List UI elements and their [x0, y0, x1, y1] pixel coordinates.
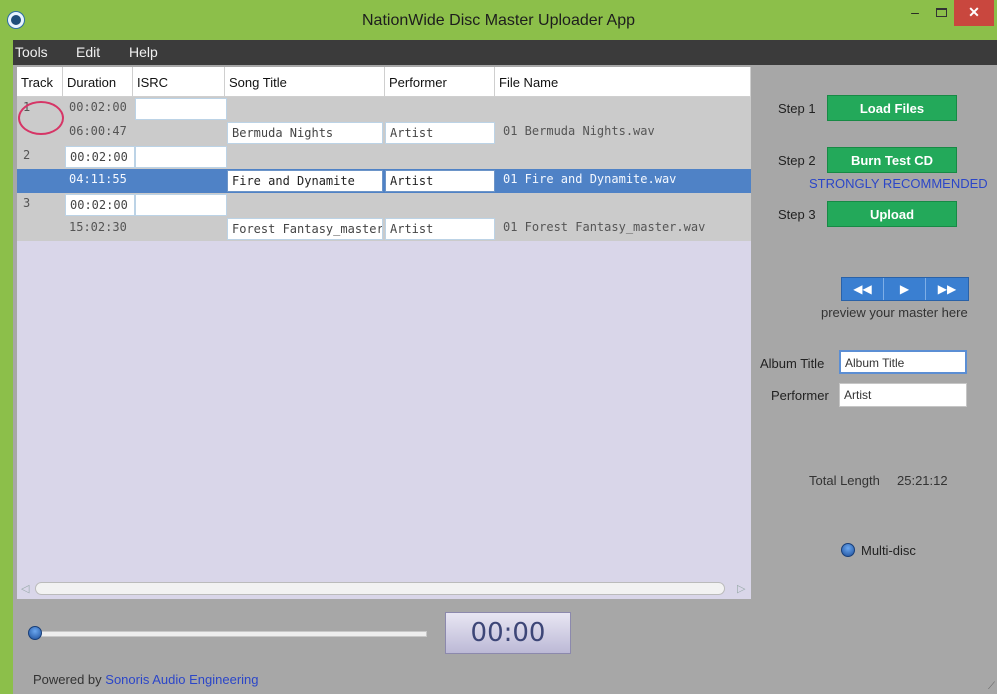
seek-handle[interactable] [28, 626, 42, 640]
time-display: 00:00 [445, 612, 571, 654]
resize-grip-icon[interactable]: ⟋ [988, 681, 995, 692]
multi-disc-radio[interactable] [841, 543, 855, 557]
column-header-duration[interactable]: Duration [63, 67, 133, 97]
minimize-button[interactable]: – [902, 0, 928, 26]
table-row[interactable]: 2 00:02:00 [17, 145, 751, 169]
step-1-label: Step 1 [778, 101, 816, 116]
column-header-file-name[interactable]: File Name [495, 67, 751, 97]
performer-field[interactable]: Artist [385, 218, 495, 240]
menu-tools[interactable]: Tools [15, 44, 48, 60]
play-icon[interactable]: ▶ [884, 278, 926, 300]
performer-field[interactable]: Artist [385, 170, 495, 192]
duration-field[interactable]: 00:02:00 [65, 194, 135, 216]
sonoris-link[interactable]: Sonoris Audio Engineering [105, 672, 258, 687]
table-row-selected[interactable]: 04:11:55 Fire and Dynamite Artist 01 Fir… [17, 169, 751, 193]
load-files-button[interactable]: Load Files [827, 95, 957, 121]
song-title-field[interactable]: Bermuda Nights [227, 122, 383, 144]
window-title: NationWide Disc Master Uploader App [361, 12, 635, 29]
song-title-field[interactable]: Fire and Dynamite [227, 170, 383, 192]
column-header-track[interactable]: Track [17, 67, 63, 97]
step-2-label: Step 2 [778, 153, 816, 168]
file-name-cell: 01 Forest Fantasy_master.wav [503, 220, 706, 234]
scroll-left-icon[interactable]: ◁ [21, 582, 29, 595]
track-number: 3 [23, 196, 31, 210]
isrc-field[interactable] [135, 146, 227, 168]
isrc-field[interactable] [135, 194, 227, 216]
burn-test-cd-button[interactable]: Burn Test CD [827, 147, 957, 173]
duration-field[interactable]: 00:02:00 [65, 146, 135, 168]
preview-caption: preview your master here [821, 305, 968, 320]
horizontal-scrollbar[interactable]: ◁ ▷ [17, 579, 751, 599]
highlight-circle [18, 101, 64, 135]
duration-cell[interactable]: 15:02:30 [69, 220, 127, 234]
table-row[interactable]: 1 00:02:00 [17, 97, 751, 121]
scrollbar-thumb[interactable] [35, 582, 725, 595]
track-table: Track Duration ISRC Song Title Performer… [17, 67, 751, 597]
table-body: 1 00:02:00 06:00:47 Bermuda Nights Artis… [17, 97, 751, 241]
scroll-right-icon[interactable]: ▷ [737, 582, 745, 595]
table-row[interactable]: 3 00:02:00 [17, 193, 751, 217]
performer-field[interactable]: Artist [385, 122, 495, 144]
table-row[interactable]: 06:00:47 Bermuda Nights Artist 01 Bermud… [17, 121, 751, 145]
close-button[interactable]: ✕ [954, 0, 994, 26]
duration-cell[interactable]: 06:00:47 [69, 124, 127, 138]
menu-edit[interactable]: Edit [76, 44, 100, 60]
column-header-performer[interactable]: Performer [385, 67, 495, 97]
menu-help[interactable]: Help [129, 44, 158, 60]
recommendation-note: STRONGLY RECOMMENDED [809, 176, 988, 191]
track-number: 2 [23, 148, 31, 162]
performer-input[interactable]: Artist [839, 383, 967, 407]
seek-bar[interactable] [37, 631, 427, 637]
upload-button[interactable]: Upload [827, 201, 957, 227]
album-title-input[interactable]: Album Title [839, 350, 967, 374]
isrc-field[interactable] [135, 98, 227, 120]
footer-credit: Powered by Sonoris Audio Engineering [33, 672, 259, 687]
file-name-cell: 01 Bermuda Nights.wav [503, 124, 655, 138]
menu-bar: Tools Edit Help [13, 40, 997, 65]
maximize-icon [935, 8, 947, 17]
song-title-field[interactable]: Forest Fantasy_master [227, 218, 383, 240]
rewind-icon[interactable]: ◀◀ [842, 278, 884, 300]
table-row[interactable]: 15:02:30 Forest Fantasy_master Artist 01… [17, 217, 751, 241]
duration-cell[interactable]: 00:02:00 [69, 100, 127, 114]
column-header-song-title[interactable]: Song Title [225, 67, 385, 97]
duration-cell[interactable]: 04:11:55 [69, 172, 127, 186]
total-length-value: 25:21:12 [897, 473, 948, 488]
multi-disc-label: Multi-disc [861, 543, 916, 558]
album-title-label: Album Title [760, 356, 825, 371]
performer-label: Performer [771, 388, 829, 403]
preview-player: ◀◀ ▶ ▶▶ [841, 277, 969, 301]
main-panel: Track Duration ISRC Song Title Performer… [13, 65, 997, 694]
total-length-label: Total Length [809, 473, 880, 488]
step-3-label: Step 3 [778, 207, 816, 222]
fast-forward-icon[interactable]: ▶▶ [926, 278, 968, 300]
file-name-cell: 01 Fire and Dynamite.wav [503, 172, 677, 186]
column-header-isrc[interactable]: ISRC [133, 67, 225, 97]
maximize-button[interactable] [928, 0, 954, 26]
app-window: NationWide Disc Master Uploader App – ✕ … [0, 0, 997, 694]
title-bar[interactable]: NationWide Disc Master Uploader App – ✕ [0, 0, 997, 40]
powered-by-text: Powered by [33, 672, 102, 687]
